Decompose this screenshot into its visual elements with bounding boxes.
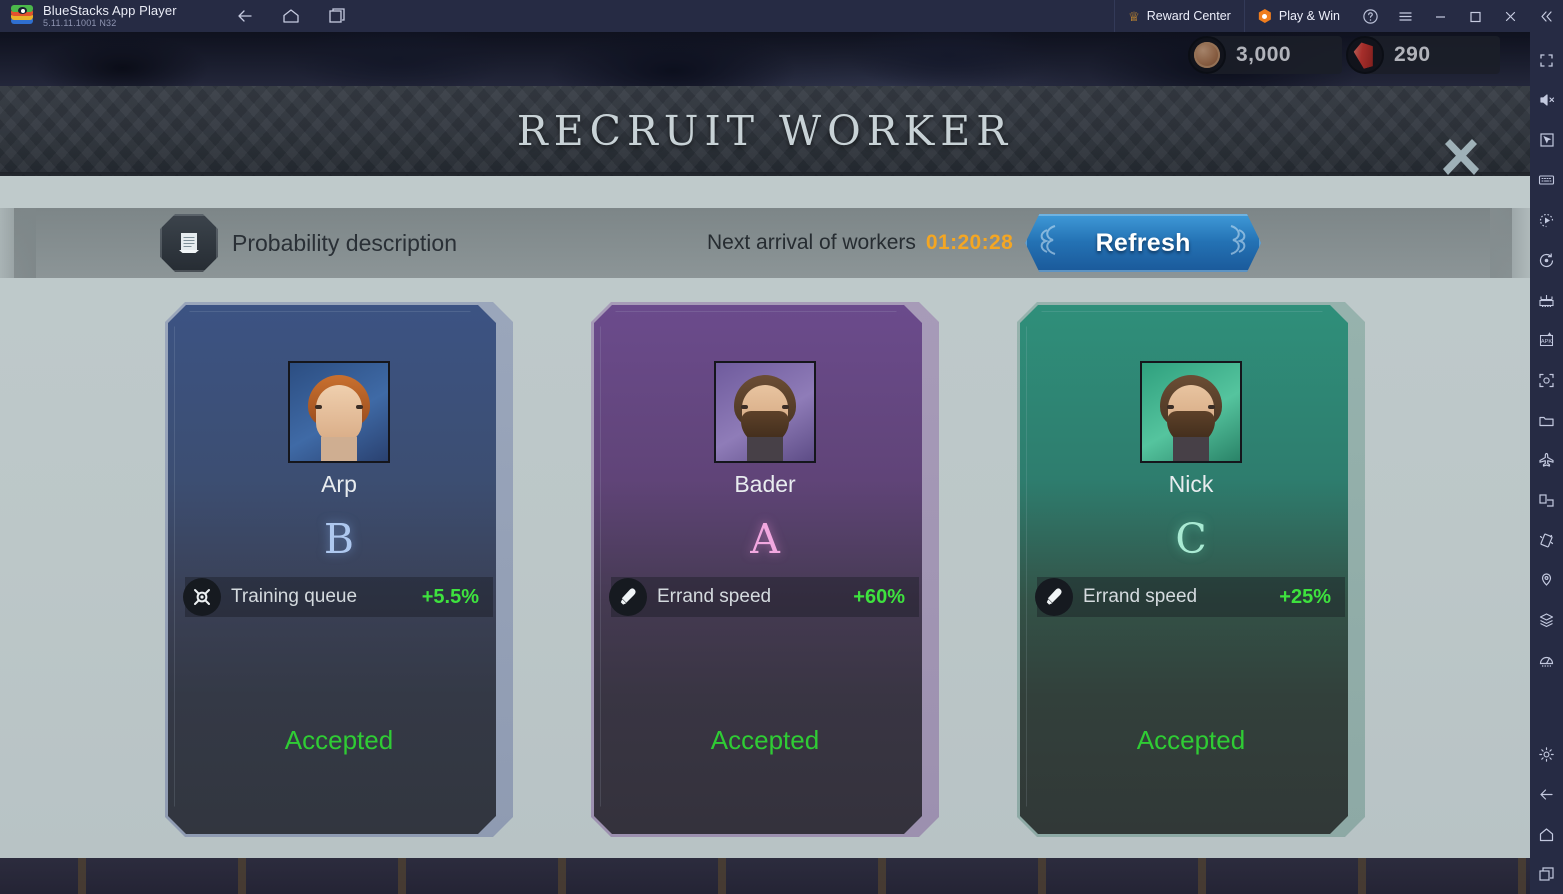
fullscreen-icon[interactable]	[1530, 40, 1563, 80]
modal-header: RECRUIT WORKER	[0, 86, 1530, 180]
folder-icon[interactable]	[1530, 400, 1563, 440]
crossed-swords-icon	[183, 578, 221, 616]
avatar	[288, 361, 390, 463]
play-and-win-label: Play & Win	[1278, 9, 1340, 23]
crown-icon: ♕	[1128, 8, 1140, 24]
arrival-timer-value: 01:20:28	[925, 231, 1014, 254]
reward-center-button[interactable]: ♕ Reward Center	[1114, 0, 1244, 32]
portrait-face	[1154, 373, 1228, 461]
maximize-button[interactable]	[1458, 0, 1493, 32]
keyboard-icon[interactable]	[1530, 160, 1563, 200]
menu-icon[interactable]	[1388, 0, 1423, 32]
svg-text:APK: APK	[1541, 339, 1552, 345]
recents-icon[interactable]	[327, 6, 347, 26]
worker-card[interactable]: Arp B Training queue +5.5% Accepted	[165, 302, 513, 837]
titlebar-nav	[235, 6, 347, 26]
worker-grade: B	[323, 515, 355, 563]
worker-trait-value: +60%	[853, 585, 905, 608]
worker-name: Arp	[321, 471, 357, 497]
game-viewport: 3,000 290 RECRUIT WORKER Probability des…	[0, 32, 1530, 894]
worker-trait-value: +5.5%	[421, 585, 479, 608]
app-version: 5.11.11.1001 N32	[43, 18, 117, 28]
status-badge[interactable]: Accepted	[594, 725, 922, 756]
worker-trait: Errand speed +60%	[609, 577, 919, 617]
bluestacks-titlebar: BlueStacks App Player 5.11.11.1001 N32 ♕…	[0, 0, 1563, 32]
cursor-icon[interactable]	[1530, 120, 1563, 160]
refresh-button[interactable]: Refresh	[1025, 214, 1262, 272]
reward-center-label: Reward Center	[1146, 9, 1231, 23]
worker-grade: C	[1175, 515, 1207, 563]
probability-description-label: Probability description	[232, 229, 458, 256]
arrival-timer: Next arrival of workers 01:20:28	[707, 231, 1013, 255]
play-and-win-button[interactable]: Play & Win	[1243, 0, 1353, 32]
shake-icon[interactable]	[1530, 520, 1563, 560]
worker-card[interactable]: Nick C Errand speed +25% Accepted	[1017, 302, 1365, 837]
worker-name: Bader	[734, 471, 796, 497]
location-icon[interactable]	[1530, 560, 1563, 600]
multi-instance-icon[interactable]	[1530, 280, 1563, 320]
meter-icon[interactable]	[1530, 640, 1563, 680]
airplane-icon[interactable]	[1530, 440, 1563, 480]
titlebar-right: ♕ Reward Center Play & Win	[1114, 0, 1563, 32]
sync-icon[interactable]	[1530, 240, 1563, 280]
mute-icon[interactable]	[1530, 80, 1563, 120]
back-icon[interactable]	[1530, 774, 1563, 814]
app-title-block: BlueStacks App Player 5.11.11.1001 N32	[43, 3, 177, 29]
apk-install-icon[interactable]: APK	[1530, 320, 1563, 360]
portrait-face	[728, 373, 802, 461]
worker-trait: Errand speed +25%	[1035, 577, 1345, 617]
boot-speed-icon	[609, 578, 647, 616]
avatar	[714, 361, 816, 463]
worker-grade: A	[750, 515, 780, 563]
back-icon[interactable]	[235, 6, 255, 26]
play-win-icon	[1258, 9, 1271, 23]
recruit-worker-modal: RECRUIT WORKER Probability description N…	[0, 32, 1530, 894]
layers-icon[interactable]	[1530, 600, 1563, 640]
collapse-icon[interactable]	[1528, 0, 1563, 32]
refresh-label: Refresh	[1095, 228, 1191, 257]
bluestacks-sidebar: APK	[1530, 32, 1563, 894]
worker-trait-name: Errand speed	[1083, 586, 1198, 607]
scroll-icon	[160, 214, 218, 272]
probability-description-button[interactable]: Probability description	[160, 214, 457, 272]
arrival-timer-label: Next arrival of workers	[707, 231, 916, 254]
portrait-face	[302, 373, 376, 461]
rotate-screen-icon[interactable]	[1530, 480, 1563, 520]
refresh-ornament-right	[1230, 225, 1246, 255]
minimize-button[interactable]	[1423, 0, 1458, 32]
bluestacks-logo-icon	[11, 5, 33, 27]
macro-play-icon[interactable]	[1530, 200, 1563, 240]
page-title: RECRUIT WORKER	[516, 107, 1014, 155]
worker-card-list: Arp B Training queue +5.5% Accepted Bade…	[0, 302, 1530, 837]
worker-trait: Training queue +5.5%	[183, 577, 493, 617]
worker-trait-value: +25%	[1279, 585, 1331, 608]
worker-name: Nick	[1168, 471, 1214, 497]
help-icon[interactable]	[1353, 0, 1388, 32]
close-button[interactable]	[1493, 0, 1528, 32]
app-name: BlueStacks App Player	[43, 3, 177, 18]
recents-icon[interactable]	[1530, 854, 1563, 894]
boot-speed-icon	[1035, 578, 1073, 616]
modal-toolbar: Probability description Next arrival of …	[0, 208, 1530, 278]
refresh-ornament-left	[1040, 225, 1056, 255]
home-icon[interactable]	[1530, 814, 1563, 854]
avatar	[1140, 361, 1242, 463]
status-badge[interactable]: Accepted	[168, 725, 496, 756]
modal-body: Probability description Next arrival of …	[0, 176, 1530, 858]
status-badge[interactable]: Accepted	[1020, 725, 1348, 756]
screenshot-icon[interactable]	[1530, 360, 1563, 400]
gear-icon[interactable]	[1530, 734, 1563, 774]
worker-trait-name: Training queue	[231, 586, 358, 607]
worker-trait-name: Errand speed	[657, 586, 772, 607]
home-icon[interactable]	[281, 6, 301, 26]
worker-card[interactable]: Bader A Errand speed +60% Accepted	[591, 302, 939, 837]
